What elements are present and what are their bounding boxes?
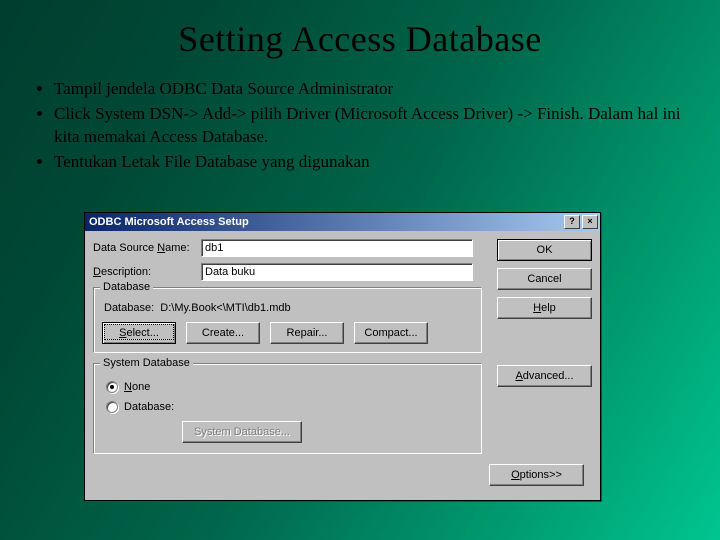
sysdb-legend: System Database xyxy=(100,357,193,369)
create-button[interactable]: Create... xyxy=(186,322,260,344)
help-button[interactable]: Help xyxy=(497,297,592,319)
bullet-item: Click System DSN-> Add-> pilih Driver (M… xyxy=(54,103,690,149)
dialog-title: ODBC Microsoft Access Setup xyxy=(89,216,562,228)
ok-button[interactable]: OK xyxy=(497,239,592,261)
select-button[interactable]: Select... xyxy=(102,322,176,344)
radio-database-row[interactable]: Database: xyxy=(106,401,473,413)
database-legend: Database xyxy=(100,281,153,293)
repair-button[interactable]: Repair... xyxy=(270,322,344,344)
compact-button[interactable]: Compact... xyxy=(354,322,428,344)
bullet-item: Tentukan Letak File Database yang diguna… xyxy=(54,151,690,174)
description-label: Description: xyxy=(93,266,201,278)
cancel-button[interactable]: Cancel xyxy=(497,268,592,290)
odbc-access-setup-dialog: ODBC Microsoft Access Setup ? × Data Sou… xyxy=(84,212,601,501)
options-button[interactable]: Options>> xyxy=(489,464,584,486)
radio-database-label: Database: xyxy=(124,401,174,413)
description-input[interactable] xyxy=(201,263,473,281)
database-groupbox: Database Database: D:\My.Book<\MTI\db1.m… xyxy=(93,287,482,353)
help-icon[interactable]: ? xyxy=(564,215,580,229)
dsn-input[interactable] xyxy=(201,239,473,257)
system-database-button: System Database... xyxy=(182,421,302,443)
system-database-groupbox: System Database None Database: System Da… xyxy=(93,363,482,454)
radio-none-label: None xyxy=(124,381,150,393)
advanced-button[interactable]: Advanced... xyxy=(497,365,592,387)
radio-database[interactable] xyxy=(106,401,118,413)
dialog-titlebar[interactable]: ODBC Microsoft Access Setup ? × xyxy=(85,213,600,231)
bullet-list: Tampil jendela ODBC Data Source Administ… xyxy=(54,78,690,174)
dsn-label: Data Source Name: xyxy=(93,242,201,254)
radio-none[interactable] xyxy=(106,381,118,393)
bullet-item: Tampil jendela ODBC Data Source Administ… xyxy=(54,78,690,101)
close-icon[interactable]: × xyxy=(582,215,598,229)
database-path: Database: D:\My.Book<\MTI\db1.mdb xyxy=(104,302,473,314)
slide-title: Setting Access Database xyxy=(30,18,690,60)
radio-none-row[interactable]: None xyxy=(106,381,473,393)
